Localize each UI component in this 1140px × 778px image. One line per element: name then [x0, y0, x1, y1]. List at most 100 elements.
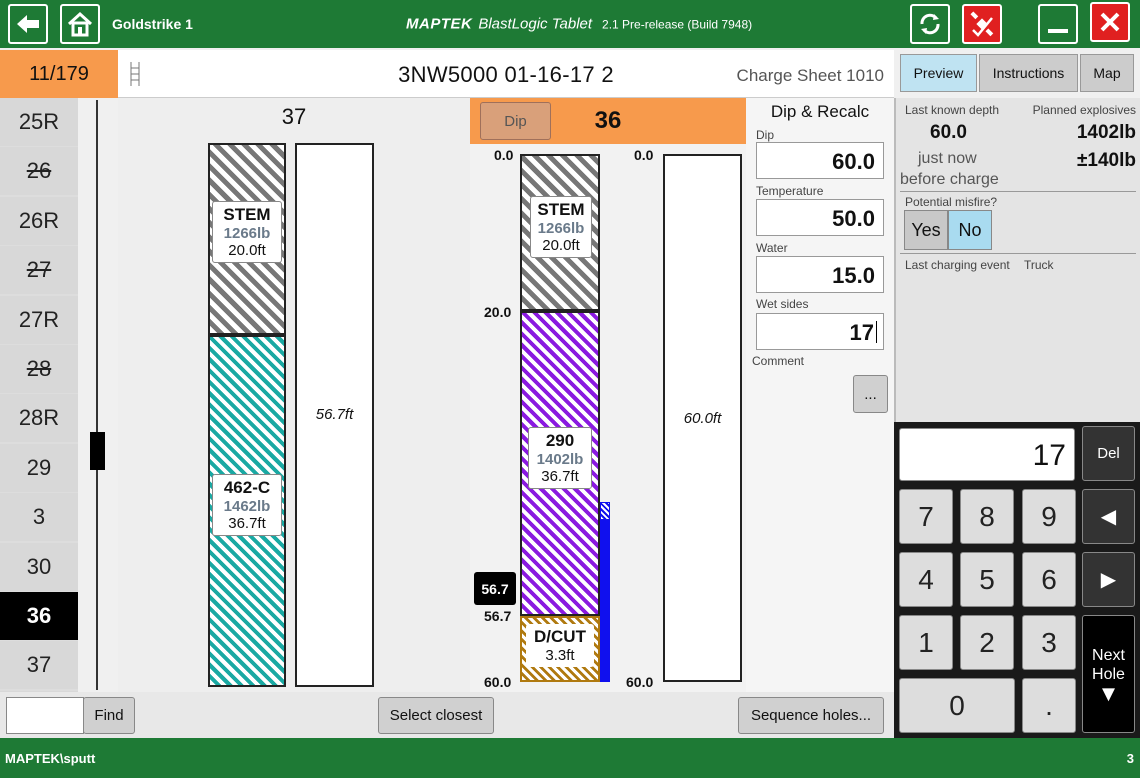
down-arrow-icon: ▼: [1097, 680, 1120, 706]
next-hole-label-1: Next: [1092, 646, 1125, 664]
hole-item[interactable]: 29: [0, 443, 78, 492]
hole-label: 28: [26, 355, 52, 381]
hole-item[interactable]: 27R: [0, 295, 78, 344]
key-3[interactable]: 3: [1022, 615, 1076, 670]
last-charging-event-label: Last charging event: [905, 258, 1010, 272]
left-arrow-key[interactable]: ◀: [1082, 489, 1135, 544]
comment-more-button[interactable]: ...: [853, 375, 888, 413]
last-depth-note: before charge: [900, 171, 999, 188]
misfire-label: Potential misfire?: [905, 195, 998, 209]
current-hole-panel: Dip 36 0.0 20.0 56.7 56.7 60.0 STEM 1266…: [470, 98, 746, 692]
wet-sides-input[interactable]: 17: [756, 313, 884, 350]
back-button[interactable]: [8, 4, 48, 44]
hole-item[interactable]: 3: [0, 493, 78, 542]
current-hole-number: 36: [594, 107, 622, 134]
hole-label: 36: [26, 602, 52, 628]
explosive-name: 290: [545, 431, 575, 450]
key-9[interactable]: 9: [1022, 489, 1076, 544]
hole-counter: 11/179: [0, 50, 118, 98]
next-hole-button[interactable]: Next Hole ▼: [1082, 615, 1135, 733]
close-button[interactable]: [1090, 2, 1130, 42]
explosive-weight: 1462lb: [223, 498, 271, 515]
hole-item[interactable]: 25R: [0, 98, 78, 146]
key-2[interactable]: 2: [960, 615, 1014, 670]
maptek-logo: MAPTEK: [406, 15, 473, 33]
key-decimal[interactable]: .: [1022, 678, 1076, 733]
wet-sides-label: Wet sides: [756, 297, 809, 311]
explosive-label: 290 1402lb 36.7ft: [528, 427, 592, 489]
home-button[interactable]: [60, 4, 100, 44]
hole-item[interactable]: 37: [0, 641, 78, 690]
comment-label: Comment: [752, 354, 805, 368]
site-name: Goldstrike 1: [112, 16, 193, 32]
explosive-weight: 1402lb: [536, 451, 584, 468]
misfire-yes-button[interactable]: Yes: [904, 210, 948, 250]
hole-item[interactable]: 27: [0, 246, 78, 295]
hole-label: 26R: [18, 207, 60, 233]
back-arrow-icon: [17, 15, 39, 33]
explosive-name: 462-C: [223, 478, 271, 497]
depth-top: 0.0: [494, 147, 514, 163]
hole-item[interactable]: 28R: [0, 394, 78, 443]
charge-title-bar: 3NW5000 01-16-17 2 Charge Sheet 1010: [118, 50, 894, 98]
hole-list[interactable]: 25R2626R2727R2828R29330363738: [0, 98, 78, 692]
find-input[interactable]: [6, 697, 84, 734]
numeric-keypad: 17 Del 7 8 9 ◀ 4 5 6 ▶ 1 2 3 Next Hole ▼…: [894, 422, 1140, 738]
depth-marker[interactable]: 56.7: [474, 572, 516, 605]
sync-button[interactable]: [910, 4, 950, 44]
stem-length: 20.0ft: [228, 242, 266, 259]
depth-bottom: 60.0: [484, 674, 512, 690]
key-1[interactable]: 1: [899, 615, 953, 670]
stem-label: STEM 1266lb 20.0ft: [530, 196, 592, 258]
tab-preview[interactable]: Preview: [900, 54, 977, 92]
hole-item[interactable]: 36: [0, 591, 78, 640]
hole-label: 28R: [18, 405, 60, 431]
wet-sides-value: 17: [849, 320, 874, 345]
key-4[interactable]: 4: [899, 552, 953, 607]
hole-info-panel: Last known depth Planned explosives 60.0…: [894, 98, 1140, 422]
water-input[interactable]: 15.0: [756, 256, 884, 293]
hole-item[interactable]: 26R: [0, 196, 78, 245]
misfire-no-button[interactable]: No: [948, 210, 992, 250]
find-button[interactable]: Find: [83, 697, 135, 734]
key-6[interactable]: 6: [1022, 552, 1076, 607]
total-length-label: 56.7ft: [315, 406, 354, 423]
temperature-input[interactable]: 50.0: [756, 199, 884, 236]
scrollbar-thumb[interactable]: [90, 432, 105, 470]
stem-length: 20.0ft: [542, 237, 580, 254]
dip-input[interactable]: 60.0: [756, 142, 884, 179]
key-0[interactable]: 0: [899, 678, 1015, 733]
hole-item[interactable]: 30: [0, 542, 78, 591]
stem-name: STEM: [223, 205, 271, 224]
hole-label: 27: [26, 257, 52, 283]
previous-hole-number: 37: [281, 104, 307, 129]
status-count: 3: [1126, 751, 1134, 766]
dip-button[interactable]: Dip: [480, 102, 551, 140]
tab-instructions[interactable]: Instructions: [979, 54, 1078, 92]
cut-length: 3.3ft: [545, 647, 575, 664]
last-depth-value: 60.0: [930, 122, 967, 143]
sequence-holes-button[interactable]: Sequence holes...: [738, 697, 884, 734]
delete-key[interactable]: Del: [1082, 426, 1135, 481]
key-5[interactable]: 5: [960, 552, 1014, 607]
tab-map[interactable]: Map: [1080, 54, 1134, 92]
planned-explosives-value: 1402lb: [1076, 122, 1136, 143]
minimize-button[interactable]: [1038, 4, 1078, 44]
sync-icon: [920, 13, 940, 35]
stem-weight: 1266lb: [223, 225, 271, 242]
hole-list-scrollbar[interactable]: [96, 100, 98, 690]
stem-weight: 1266lb: [537, 220, 585, 237]
product-name: BlastLogic Tablet: [478, 15, 593, 33]
hole-item[interactable]: 26: [0, 147, 78, 196]
hole-item[interactable]: 28: [0, 344, 78, 393]
planned-explosives-tolerance: ±140lb: [1076, 150, 1136, 171]
right-depth-top: 0.0: [634, 147, 654, 163]
keypad-display[interactable]: 17: [899, 428, 1075, 481]
last-depth-label: Last known depth: [905, 103, 1000, 117]
right-arrow-key[interactable]: ▶: [1082, 552, 1135, 607]
key-7[interactable]: 7: [899, 489, 953, 544]
depth-stem: 20.0: [484, 304, 512, 320]
key-8[interactable]: 8: [960, 489, 1014, 544]
select-closest-button[interactable]: Select closest: [378, 697, 494, 734]
satellite-status-button[interactable]: [962, 4, 1002, 44]
